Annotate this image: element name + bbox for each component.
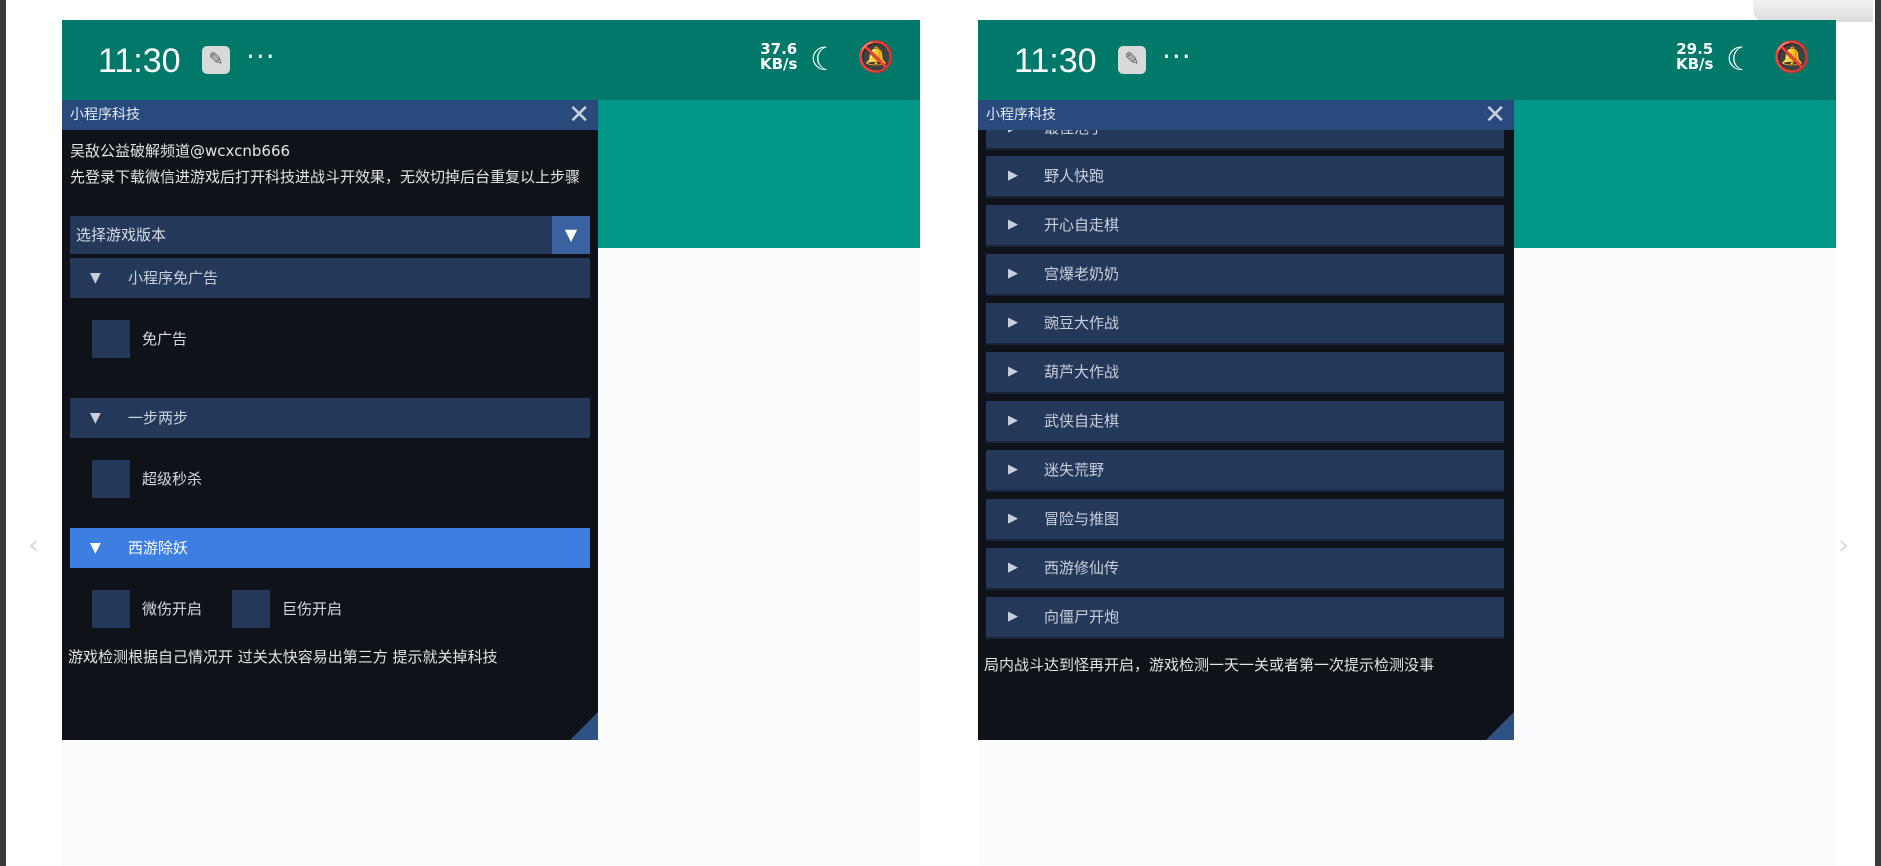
checkbox-huge-damage[interactable] — [232, 590, 270, 628]
expand-triangle-icon: ▶ — [1008, 315, 1018, 330]
list-item[interactable]: ▶ 迷失荒野 — [986, 450, 1504, 492]
status-time: 11:30 — [98, 42, 181, 80]
channel-text: 吴敌公益破解频道@wcxcnb666 — [70, 142, 291, 160]
list-item[interactable]: ▶ 宫爆老奶奶 — [986, 254, 1504, 296]
instruction-text: 先登录下载微信进游戏后打开科技进战斗开效果，无效切掉后台重复以上步骤 — [70, 168, 581, 186]
bell-off-icon: 🔕 — [857, 40, 895, 75]
list-item[interactable]: ▶ 冒险与推图 — [986, 499, 1504, 541]
checkbox-label: 巨伤开启 — [282, 600, 343, 618]
network-speed: 37.6 KB/s — [760, 42, 797, 72]
expand-triangle-icon: ▶ — [1008, 364, 1018, 379]
footer-note: 游戏检测根据自己情况开 过关太快容易出第三方 提示就关掉科技 — [68, 648, 498, 666]
collapse-triangle-icon: ▼ — [90, 540, 101, 556]
list-item[interactable]: ▶ 开心自走棋 — [986, 205, 1504, 247]
more-icon: ··· — [1162, 40, 1192, 73]
right-phone-screen: 11:30 ✎ ··· 29.5 KB/s ☾ 🔕 小程序科技 ✕ ▶ 最佳泡手… — [978, 20, 1836, 866]
expand-triangle-icon: ▶ — [1008, 217, 1018, 232]
close-icon[interactable]: ✕ — [568, 100, 590, 130]
footer-note: 局内战斗达到怪再开启，游戏检测一天一关或者第一次提示检测没事 — [984, 656, 1435, 674]
list-item-label: 开心自走棋 — [1044, 216, 1120, 234]
list-item-label: 葫芦大作战 — [1044, 363, 1120, 381]
left-phone-screen: 11:30 ✎ ··· 37.6 KB/s ☾ 🔕 小程序科技 ✕ 吴敌公益破解… — [62, 20, 920, 866]
expand-triangle-icon: ▶ — [1008, 609, 1018, 624]
moon-icon: ☾ — [810, 40, 839, 78]
checkbox-label: 微伤开启 — [142, 600, 203, 618]
more-icon: ··· — [246, 40, 276, 73]
panel-title: 小程序科技 — [70, 107, 140, 123]
moon-icon: ☾ — [1726, 40, 1755, 78]
collapse-triangle-icon: ▼ — [90, 270, 101, 286]
list-item-label: 宫爆老奶奶 — [1044, 265, 1120, 283]
select-label: 选择游戏版本 — [76, 226, 167, 244]
status-time: 11:30 — [1014, 42, 1097, 80]
list-item-label: 冒险与推图 — [1044, 510, 1120, 528]
network-speed: 29.5 KB/s — [1676, 42, 1713, 72]
expand-triangle-icon: ▶ — [1008, 266, 1018, 281]
expand-triangle-icon: ▶ — [1008, 413, 1018, 428]
panel-title: 小程序科技 — [986, 107, 1056, 123]
cheat-panel: 小程序科技 ✕ ▶ 最佳泡手 ▶野人快跑 ▶开心自走棋 ▶宫爆老奶奶 ▶豌豆大作… — [978, 100, 1514, 740]
window-edge-right — [1875, 0, 1881, 866]
section-header-no-ads[interactable]: ▼ 小程序免广告 — [70, 258, 590, 298]
checkbox-label: 免广告 — [142, 330, 188, 348]
list-item[interactable]: ▶ 西游修仙传 — [986, 548, 1504, 590]
resize-handle[interactable] — [1486, 712, 1514, 740]
wrench-icon: ✎ — [202, 46, 230, 74]
speed-unit: KB/s — [1676, 55, 1714, 73]
list-item[interactable]: ▶ 葫芦大作战 — [986, 352, 1504, 394]
status-bar: 11:30 ✎ ··· 29.5 KB/s ☾ 🔕 — [978, 20, 1836, 100]
checkbox-super-kill[interactable] — [92, 460, 130, 498]
expand-triangle-icon: ▶ — [1008, 462, 1018, 477]
corner-tab — [1753, 0, 1873, 22]
wrench-icon: ✎ — [1118, 46, 1146, 74]
list-item-label: 武侠自走棋 — [1044, 412, 1120, 430]
expand-triangle-icon: ▶ — [1008, 168, 1018, 183]
window-edge-left — [0, 0, 6, 866]
list-item-label: 向僵尸开炮 — [1044, 608, 1120, 626]
section-header-xiyou[interactable]: ▼ 西游除妖 — [70, 528, 590, 568]
prev-arrow-icon[interactable]: ‹ — [28, 528, 39, 561]
cheat-panel: 小程序科技 ✕ 吴敌公益破解频道@wcxcnb666 先登录下载微信进游戏后打开… — [62, 100, 598, 740]
list-item-label: 野人快跑 — [1044, 167, 1105, 185]
panel-titlebar[interactable]: 小程序科技 ✕ — [978, 100, 1514, 130]
close-icon[interactable]: ✕ — [1484, 100, 1506, 130]
panel-titlebar[interactable]: 小程序科技 ✕ — [62, 100, 598, 130]
checkbox-small-damage[interactable] — [92, 590, 130, 628]
dropdown-arrow-icon[interactable]: ▼ — [552, 216, 590, 254]
bell-off-icon: 🔕 — [1773, 40, 1811, 75]
resize-handle[interactable] — [570, 712, 598, 740]
list-item-label: 西游修仙传 — [1044, 559, 1120, 577]
list-item[interactable]: ▶ 武侠自走棋 — [986, 401, 1504, 443]
status-bar: 11:30 ✎ ··· 37.6 KB/s ☾ 🔕 — [62, 20, 920, 100]
speed-unit: KB/s — [760, 55, 798, 73]
next-arrow-icon[interactable]: › — [1838, 528, 1849, 561]
section-label: 小程序免广告 — [128, 269, 219, 287]
list-item[interactable]: ▶ 向僵尸开炮 — [986, 597, 1504, 639]
checkbox-label: 超级秒杀 — [142, 470, 203, 488]
list-item-label: 豌豆大作战 — [1044, 314, 1120, 332]
game-version-select[interactable]: 选择游戏版本 ▼ — [70, 216, 590, 254]
expand-triangle-icon: ▶ — [1008, 560, 1018, 575]
collapse-triangle-icon: ▼ — [90, 410, 101, 426]
section-label: 西游除妖 — [128, 539, 189, 557]
list-item[interactable]: ▶ 豌豆大作战 — [986, 303, 1504, 345]
list-item-label: 迷失荒野 — [1044, 461, 1105, 479]
expand-triangle-icon: ▶ — [1008, 511, 1018, 526]
list-item[interactable]: ▶ 野人快跑 — [986, 156, 1504, 198]
section-header-one-two-steps[interactable]: ▼ 一步两步 — [70, 398, 590, 438]
section-label: 一步两步 — [128, 409, 189, 427]
checkbox-no-ads[interactable] — [92, 320, 130, 358]
